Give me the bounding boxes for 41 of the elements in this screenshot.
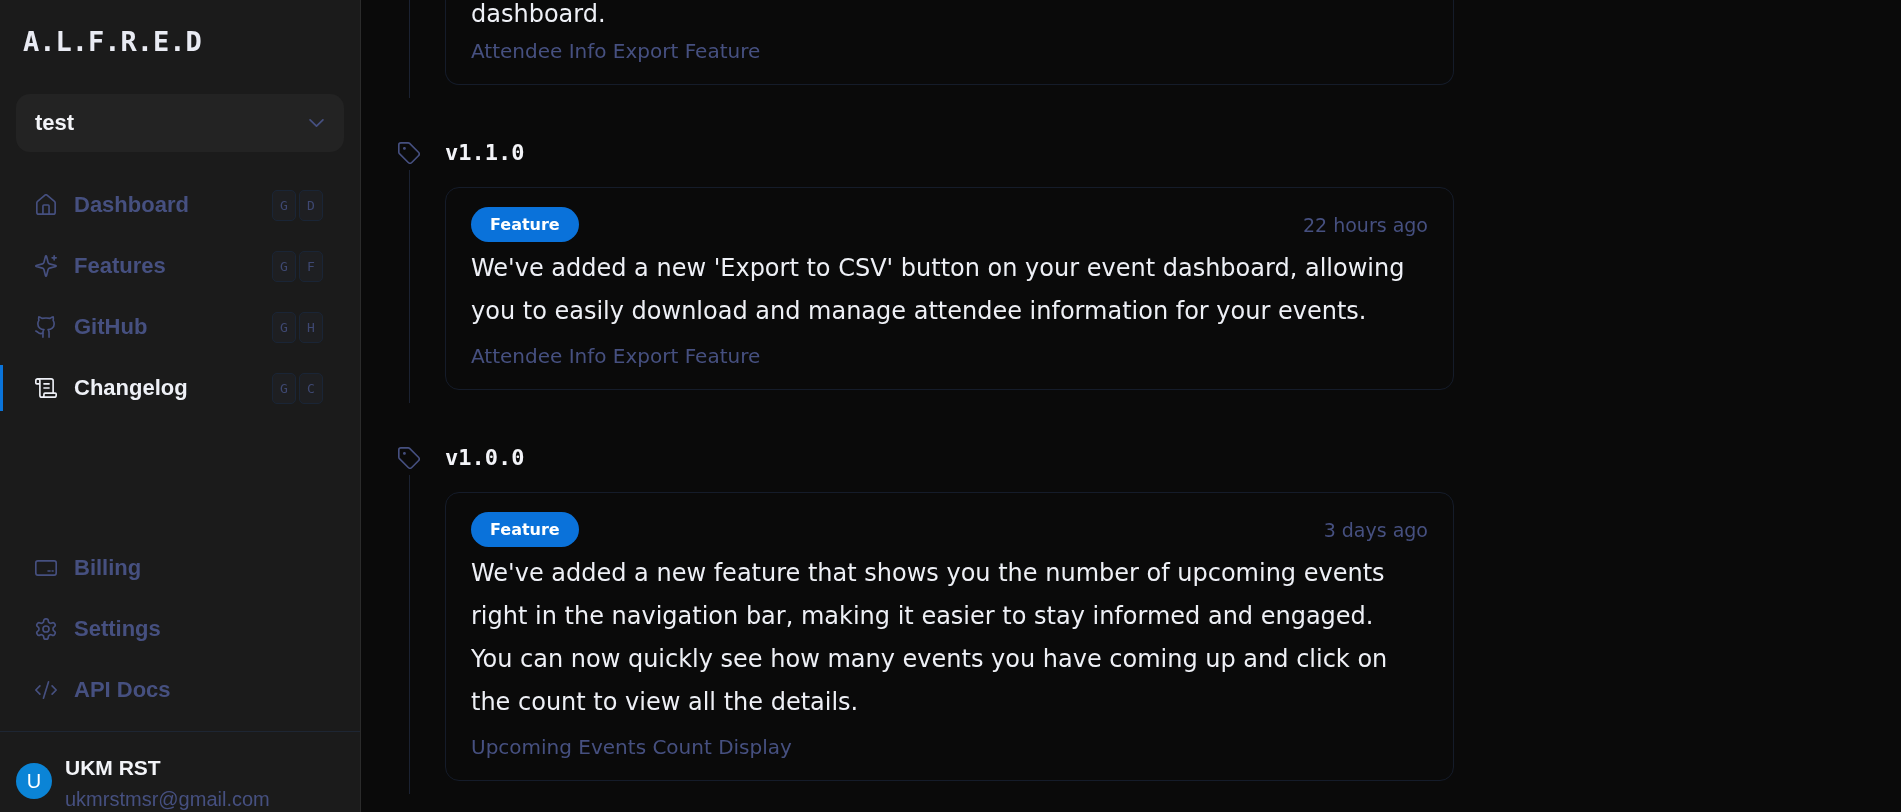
tag-icon [398,142,420,164]
sidebar-nav-item[interactable]: Settings [0,606,323,652]
shortcut-key: G [272,250,296,282]
version-label: v1.0.0 [445,445,526,471]
category-badge: Feature [471,512,579,547]
tag-icon [398,447,420,469]
shortcut-key: C [299,372,323,404]
user-avatar: U [16,763,52,799]
entry-description: dashboard. [471,0,607,28]
settings-icon [35,618,57,640]
cat-icon [35,316,57,338]
chevron-down-icon [309,118,324,128]
shortcut-key: F [299,250,323,282]
timestamp: 3 days ago [1323,518,1428,541]
sidebar-nav-item[interactable]: Features [0,243,272,289]
feature-name: Attendee Info Export Feature [471,38,762,64]
workspace-select[interactable]: test [16,94,344,152]
shortcut-key: H [299,311,323,343]
sparkle-icon [35,255,57,277]
sidebar-nav-item[interactable]: Billing [0,545,323,591]
home-icon [35,194,57,216]
app-logo: A.L.F.R.E.D [23,27,202,57]
entry-description: We've added a new feature that shows you the number of upcoming events right in the navigation bar, making it easier to stay informed and engaged. You can now quickly see how many events you have coming up and click on the count to view all the details. [471,558,1389,718]
code-icon [35,679,57,701]
credit-card-icon [35,557,57,579]
sidebar-nav-item[interactable]: API Docs [0,667,323,713]
version-label: v1.1.0 [445,140,526,166]
shortcut-key: G [272,189,296,221]
user-name: UKM RST [65,755,162,781]
shortcut-key: G [272,311,296,343]
feature-name: Upcoming Events Count Display [471,734,793,760]
timestamp: 22 hours ago [1303,213,1428,236]
shortcut-key: D [299,189,323,221]
shortcut-key: G [272,372,296,404]
user-email: ukmrstmsr@gmail.com [65,787,270,812]
feature-name: Attendee Info Export Feature [471,343,762,369]
sidebar-nav-item[interactable]: Dashboard [0,182,272,228]
entry-description: We've added a new 'Export to CSV' button on your event dashboard, allowing you to easily download and manage attendee information for your events. [471,253,1406,327]
sidebar-nav-item[interactable]: GitHub [0,304,272,350]
category-badge: Feature [471,207,579,242]
scroll-icon [35,377,57,399]
